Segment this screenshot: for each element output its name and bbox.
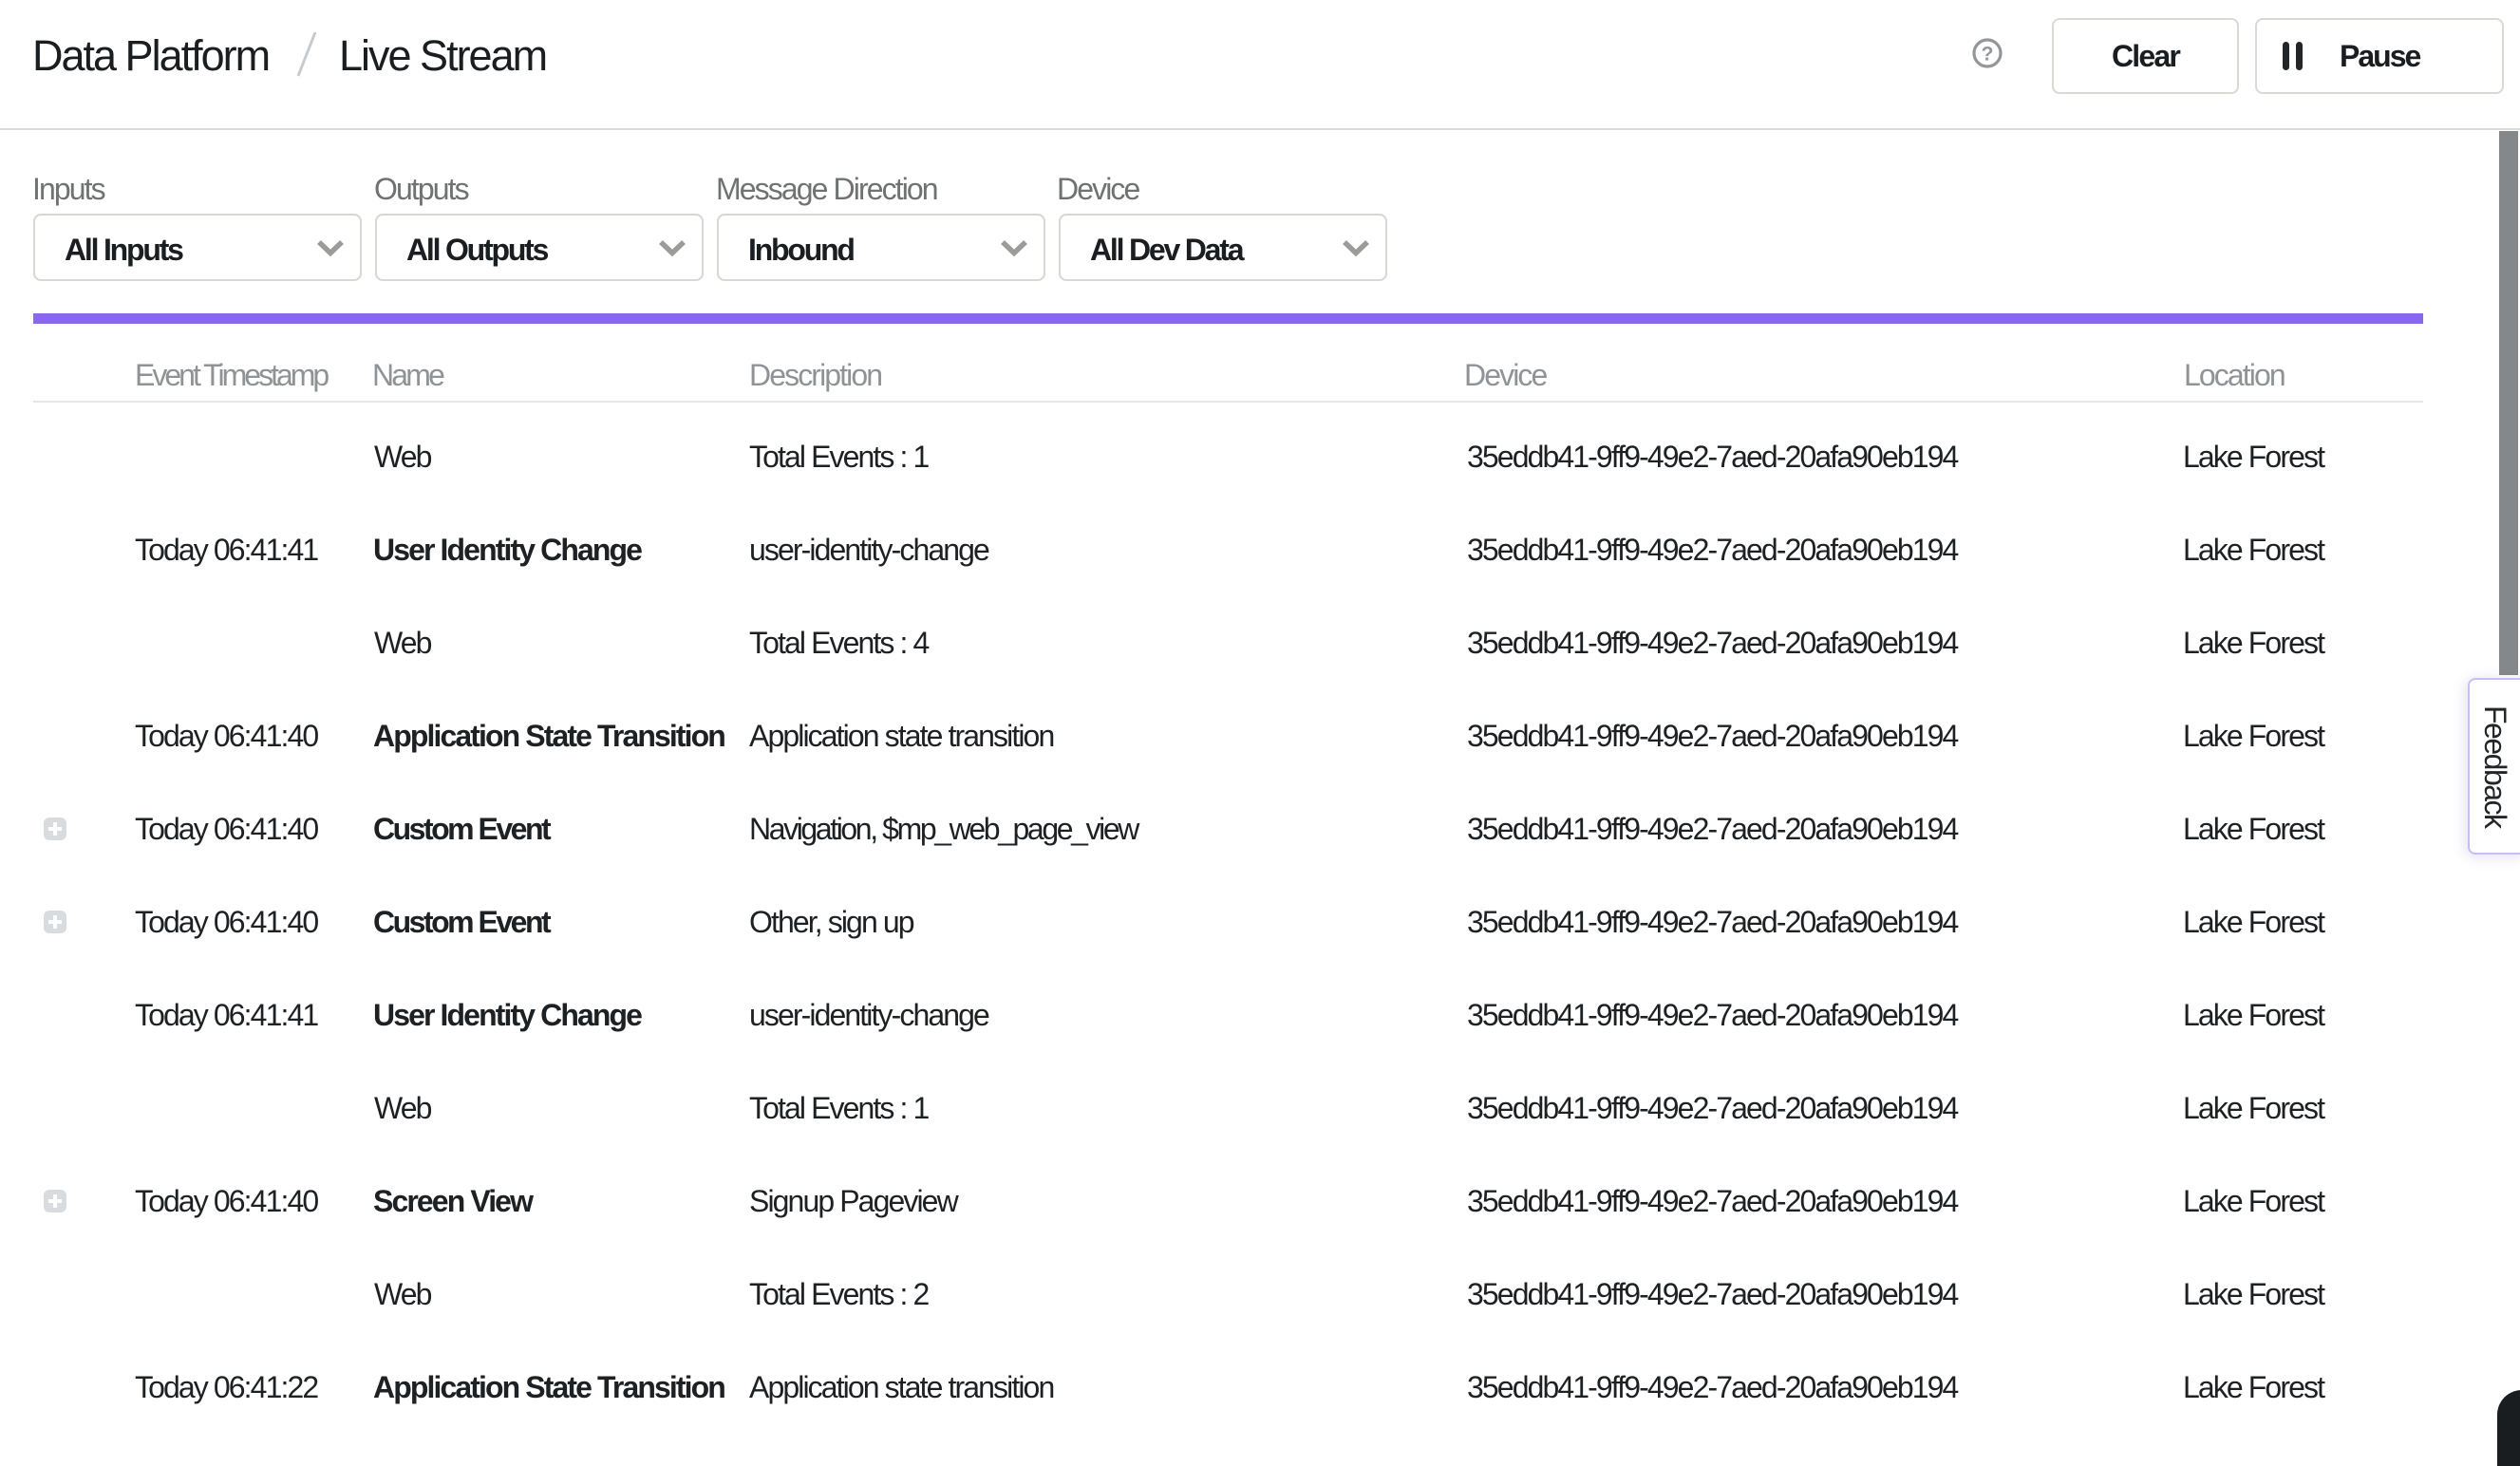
svg-text:?: ? bbox=[1982, 44, 1994, 66]
